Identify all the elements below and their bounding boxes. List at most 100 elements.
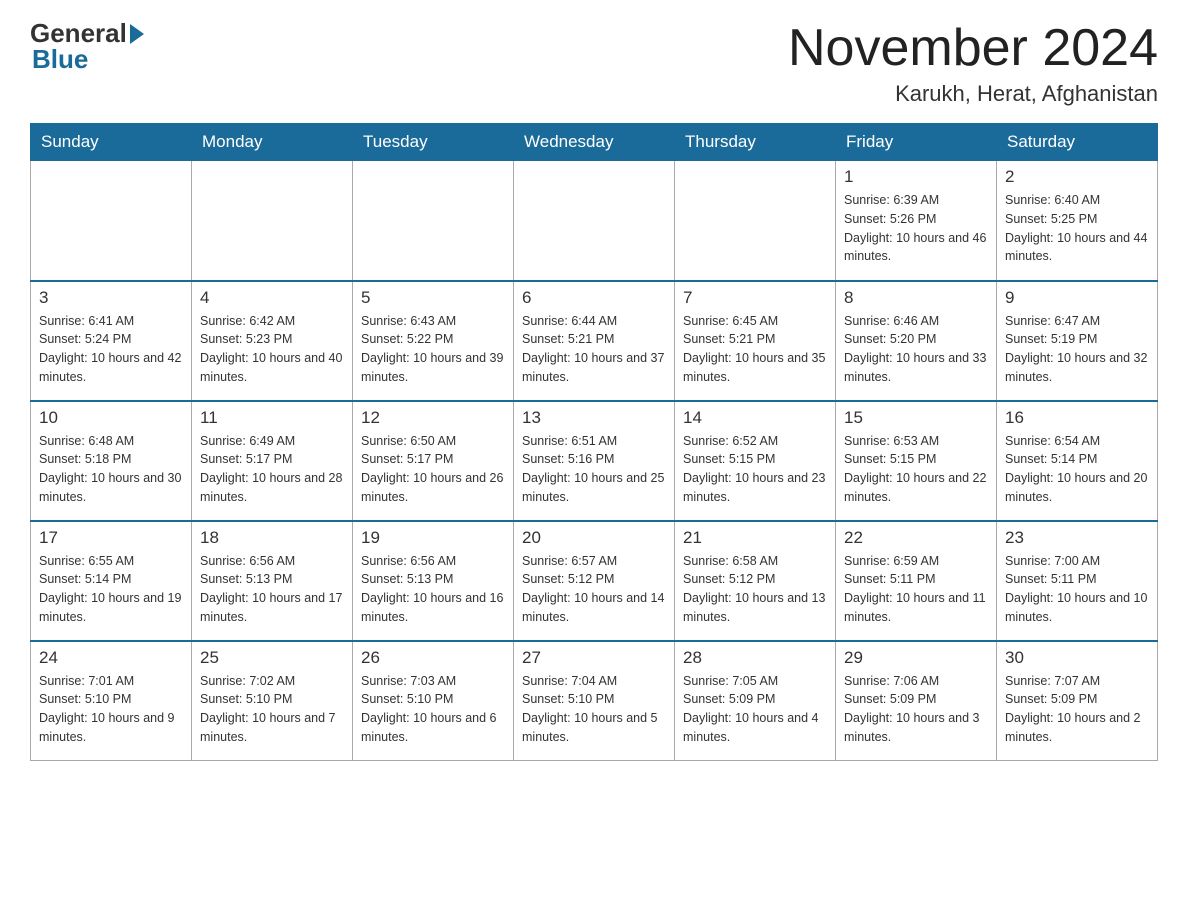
day-number: 3 — [39, 288, 183, 308]
day-info: Sunrise: 6:49 AM Sunset: 5:17 PM Dayligh… — [200, 432, 344, 507]
calendar-header-friday: Friday — [836, 124, 997, 161]
calendar-cell: 10 Sunrise: 6:48 AM Sunset: 5:18 PM Dayli… — [31, 401, 192, 521]
calendar-cell — [514, 161, 675, 281]
day-info: Sunrise: 6:53 AM Sunset: 5:15 PM Dayligh… — [844, 432, 988, 507]
day-number: 8 — [844, 288, 988, 308]
day-info: Sunrise: 6:59 AM Sunset: 5:11 PM Dayligh… — [844, 552, 988, 627]
day-info: Sunrise: 6:42 AM Sunset: 5:23 PM Dayligh… — [200, 312, 344, 387]
calendar-header-monday: Monday — [192, 124, 353, 161]
calendar-cell: 11 Sunrise: 6:49 AM Sunset: 5:17 PM Dayli… — [192, 401, 353, 521]
day-number: 22 — [844, 528, 988, 548]
day-info: Sunrise: 6:50 AM Sunset: 5:17 PM Dayligh… — [361, 432, 505, 507]
day-number: 24 — [39, 648, 183, 668]
day-number: 4 — [200, 288, 344, 308]
day-info: Sunrise: 6:54 AM Sunset: 5:14 PM Dayligh… — [1005, 432, 1149, 507]
day-info: Sunrise: 6:52 AM Sunset: 5:15 PM Dayligh… — [683, 432, 827, 507]
day-number: 18 — [200, 528, 344, 548]
day-info: Sunrise: 6:40 AM Sunset: 5:25 PM Dayligh… — [1005, 191, 1149, 266]
calendar-cell: 21 Sunrise: 6:58 AM Sunset: 5:12 PM Dayli… — [675, 521, 836, 641]
day-number: 10 — [39, 408, 183, 428]
calendar-cell: 23Sunrise: 7:00 AM Sunset: 5:11 PM Dayli… — [997, 521, 1158, 641]
day-info: Sunrise: 6:46 AM Sunset: 5:20 PM Dayligh… — [844, 312, 988, 387]
calendar-cell: 14 Sunrise: 6:52 AM Sunset: 5:15 PM Dayli… — [675, 401, 836, 521]
day-number: 7 — [683, 288, 827, 308]
day-number: 26 — [361, 648, 505, 668]
logo-general-text: General — [30, 20, 127, 46]
day-number: 9 — [1005, 288, 1149, 308]
day-info: Sunrise: 6:58 AM Sunset: 5:12 PM Dayligh… — [683, 552, 827, 627]
calendar-cell: 26Sunrise: 7:03 AM Sunset: 5:10 PM Dayli… — [353, 641, 514, 761]
calendar-cell: 22 Sunrise: 6:59 AM Sunset: 5:11 PM Dayli… — [836, 521, 997, 641]
day-number: 29 — [844, 648, 988, 668]
day-info: Sunrise: 6:51 AM Sunset: 5:16 PM Dayligh… — [522, 432, 666, 507]
calendar-header-tuesday: Tuesday — [353, 124, 514, 161]
calendar-cell: 2Sunrise: 6:40 AM Sunset: 5:25 PM Daylig… — [997, 161, 1158, 281]
calendar: SundayMondayTuesdayWednesdayThursdayFrid… — [30, 123, 1158, 761]
day-info: Sunrise: 6:45 AM Sunset: 5:21 PM Dayligh… — [683, 312, 827, 387]
day-number: 11 — [200, 408, 344, 428]
calendar-cell: 27 Sunrise: 7:04 AM Sunset: 5:10 PM Dayli… — [514, 641, 675, 761]
week-row-4: 24 Sunrise: 7:01 AM Sunset: 5:10 PM Dayli… — [31, 641, 1158, 761]
calendar-cell: 30 Sunrise: 7:07 AM Sunset: 5:09 PM Dayli… — [997, 641, 1158, 761]
month-title: November 2024 — [788, 20, 1158, 77]
calendar-header-sunday: Sunday — [31, 124, 192, 161]
calendar-cell — [675, 161, 836, 281]
day-number: 6 — [522, 288, 666, 308]
logo-arrow-icon — [130, 24, 144, 44]
calendar-cell: 17Sunrise: 6:55 AM Sunset: 5:14 PM Dayli… — [31, 521, 192, 641]
logo: General Blue — [30, 20, 144, 75]
week-row-2: 10 Sunrise: 6:48 AM Sunset: 5:18 PM Dayli… — [31, 401, 1158, 521]
calendar-cell: 28 Sunrise: 7:05 AM Sunset: 5:09 PM Dayli… — [675, 641, 836, 761]
day-info: Sunrise: 7:04 AM Sunset: 5:10 PM Dayligh… — [522, 672, 666, 747]
day-number: 13 — [522, 408, 666, 428]
logo-blue-text: Blue — [32, 44, 88, 75]
calendar-cell: 18 Sunrise: 6:56 AM Sunset: 5:13 PM Dayli… — [192, 521, 353, 641]
day-info: Sunrise: 6:47 AM Sunset: 5:19 PM Dayligh… — [1005, 312, 1149, 387]
calendar-cell — [353, 161, 514, 281]
day-info: Sunrise: 7:01 AM Sunset: 5:10 PM Dayligh… — [39, 672, 183, 747]
calendar-cell: 4 Sunrise: 6:42 AM Sunset: 5:23 PM Daylig… — [192, 281, 353, 401]
day-number: 28 — [683, 648, 827, 668]
calendar-cell: 12 Sunrise: 6:50 AM Sunset: 5:17 PM Dayli… — [353, 401, 514, 521]
day-info: Sunrise: 7:05 AM Sunset: 5:09 PM Dayligh… — [683, 672, 827, 747]
day-number: 27 — [522, 648, 666, 668]
calendar-cell: 29 Sunrise: 7:06 AM Sunset: 5:09 PM Dayli… — [836, 641, 997, 761]
day-info: Sunrise: 6:57 AM Sunset: 5:12 PM Dayligh… — [522, 552, 666, 627]
calendar-cell: 24 Sunrise: 7:01 AM Sunset: 5:10 PM Dayli… — [31, 641, 192, 761]
day-number: 14 — [683, 408, 827, 428]
page: General Blue November 2024 Karukh, Herat… — [0, 0, 1188, 791]
day-number: 16 — [1005, 408, 1149, 428]
calendar-cell: 13 Sunrise: 6:51 AM Sunset: 5:16 PM Dayli… — [514, 401, 675, 521]
day-info: Sunrise: 6:55 AM Sunset: 5:14 PM Dayligh… — [39, 552, 183, 627]
day-info: Sunrise: 7:00 AM Sunset: 5:11 PM Dayligh… — [1005, 552, 1149, 627]
calendar-cell: 15Sunrise: 6:53 AM Sunset: 5:15 PM Dayli… — [836, 401, 997, 521]
calendar-cell: 20Sunrise: 6:57 AM Sunset: 5:12 PM Dayli… — [514, 521, 675, 641]
day-number: 21 — [683, 528, 827, 548]
day-number: 19 — [361, 528, 505, 548]
day-info: Sunrise: 7:06 AM Sunset: 5:09 PM Dayligh… — [844, 672, 988, 747]
calendar-cell: 16 Sunrise: 6:54 AM Sunset: 5:14 PM Dayli… — [997, 401, 1158, 521]
day-info: Sunrise: 7:07 AM Sunset: 5:09 PM Dayligh… — [1005, 672, 1149, 747]
calendar-cell: 8 Sunrise: 6:46 AM Sunset: 5:20 PM Daylig… — [836, 281, 997, 401]
calendar-cell: 19 Sunrise: 6:56 AM Sunset: 5:13 PM Dayli… — [353, 521, 514, 641]
day-number: 1 — [844, 167, 988, 187]
day-info: Sunrise: 6:56 AM Sunset: 5:13 PM Dayligh… — [361, 552, 505, 627]
day-info: Sunrise: 6:48 AM Sunset: 5:18 PM Dayligh… — [39, 432, 183, 507]
calendar-cell — [31, 161, 192, 281]
title-area: November 2024 Karukh, Herat, Afghanistan — [788, 20, 1158, 107]
day-info: Sunrise: 6:43 AM Sunset: 5:22 PM Dayligh… — [361, 312, 505, 387]
day-number: 12 — [361, 408, 505, 428]
day-number: 30 — [1005, 648, 1149, 668]
week-row-3: 17Sunrise: 6:55 AM Sunset: 5:14 PM Dayli… — [31, 521, 1158, 641]
calendar-cell: 9 Sunrise: 6:47 AM Sunset: 5:19 PM Daylig… — [997, 281, 1158, 401]
day-info: Sunrise: 7:02 AM Sunset: 5:10 PM Dayligh… — [200, 672, 344, 747]
day-info: Sunrise: 6:41 AM Sunset: 5:24 PM Dayligh… — [39, 312, 183, 387]
calendar-header-thursday: Thursday — [675, 124, 836, 161]
day-info: Sunrise: 6:56 AM Sunset: 5:13 PM Dayligh… — [200, 552, 344, 627]
header: General Blue November 2024 Karukh, Herat… — [30, 20, 1158, 107]
calendar-cell: 3 Sunrise: 6:41 AM Sunset: 5:24 PM Daylig… — [31, 281, 192, 401]
calendar-cell — [192, 161, 353, 281]
calendar-cell: 7 Sunrise: 6:45 AM Sunset: 5:21 PM Daylig… — [675, 281, 836, 401]
day-info: Sunrise: 6:39 AM Sunset: 5:26 PM Dayligh… — [844, 191, 988, 266]
calendar-cell: 25Sunrise: 7:02 AM Sunset: 5:10 PM Dayli… — [192, 641, 353, 761]
